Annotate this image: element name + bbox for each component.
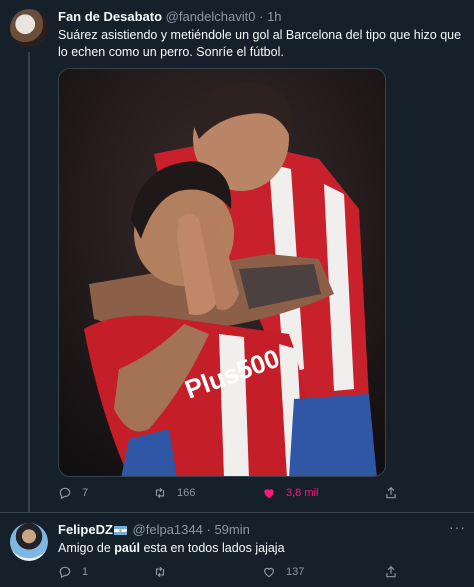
tweet-actions: 1 137 [58,565,418,583]
reply-button[interactable]: 7 [58,486,88,500]
timestamp[interactable]: 59min [214,522,249,537]
more-icon[interactable]: ··· [449,519,466,535]
tweet-header: FelipeDZ @felpa1344 · 59min [58,522,250,538]
display-name[interactable]: FelipeDZ [58,522,113,537]
share-icon [386,565,396,578]
tweet-text-part: esta en todos lados jajaja [139,541,285,555]
reply-button[interactable]: 1 [58,565,88,579]
reply-icon [59,566,71,579]
share-icon [386,486,396,499]
timestamp[interactable]: 1h [267,9,281,24]
tweet[interactable]: Fan de Desabato @fandelchavit0 · 1h Suár… [0,0,474,512]
argentina-flag-icon [113,526,127,535]
reply-icon [59,487,71,500]
share-button[interactable] [384,565,408,579]
handle[interactable]: @felpa1344 [133,522,203,537]
reply-count: 1 [82,566,89,578]
tweet[interactable]: FelipeDZ @felpa1344 · 59min ··· Amigo de… [0,512,474,587]
photo-illustration: Plus500 [59,69,385,476]
thread-line [28,52,30,512]
like-count: 137 [286,566,305,578]
separator: · [259,9,264,24]
tweet-text: Amigo de paúl esta en todos lados jajaja [58,540,463,557]
retweet-icon [155,566,165,578]
like-button[interactable]: 3,8 mil [262,486,318,500]
display-name[interactable]: Fan de Desabato [58,9,162,24]
separator: · [206,522,211,537]
retweet-button[interactable] [153,565,177,579]
like-count: 3,8 mil [286,487,319,499]
like-button[interactable]: 137 [262,565,304,579]
avatar[interactable] [10,523,48,561]
reply-count: 7 [82,487,89,499]
retweet-count: 166 [177,487,196,499]
handle[interactable]: @fandelchavit0 [166,9,256,24]
tweet-actions: 7 166 3,8 mil [58,486,418,504]
tweet-text: Suárez asistiendo y metiéndole un gol al… [58,28,462,59]
retweet-icon [155,487,165,499]
tweet-text-part: Amigo de [58,541,115,555]
tweet-header: Fan de Desabato @fandelchavit0 · 1h [58,9,282,25]
heart-icon [264,489,274,499]
heart-icon [264,567,274,578]
tweet-media-photo[interactable]: Plus500 [58,68,386,477]
retweet-button[interactable]: 166 [153,486,195,500]
avatar[interactable] [10,9,48,47]
tweet-text-bold: paúl [114,541,140,555]
share-button[interactable] [384,486,408,500]
